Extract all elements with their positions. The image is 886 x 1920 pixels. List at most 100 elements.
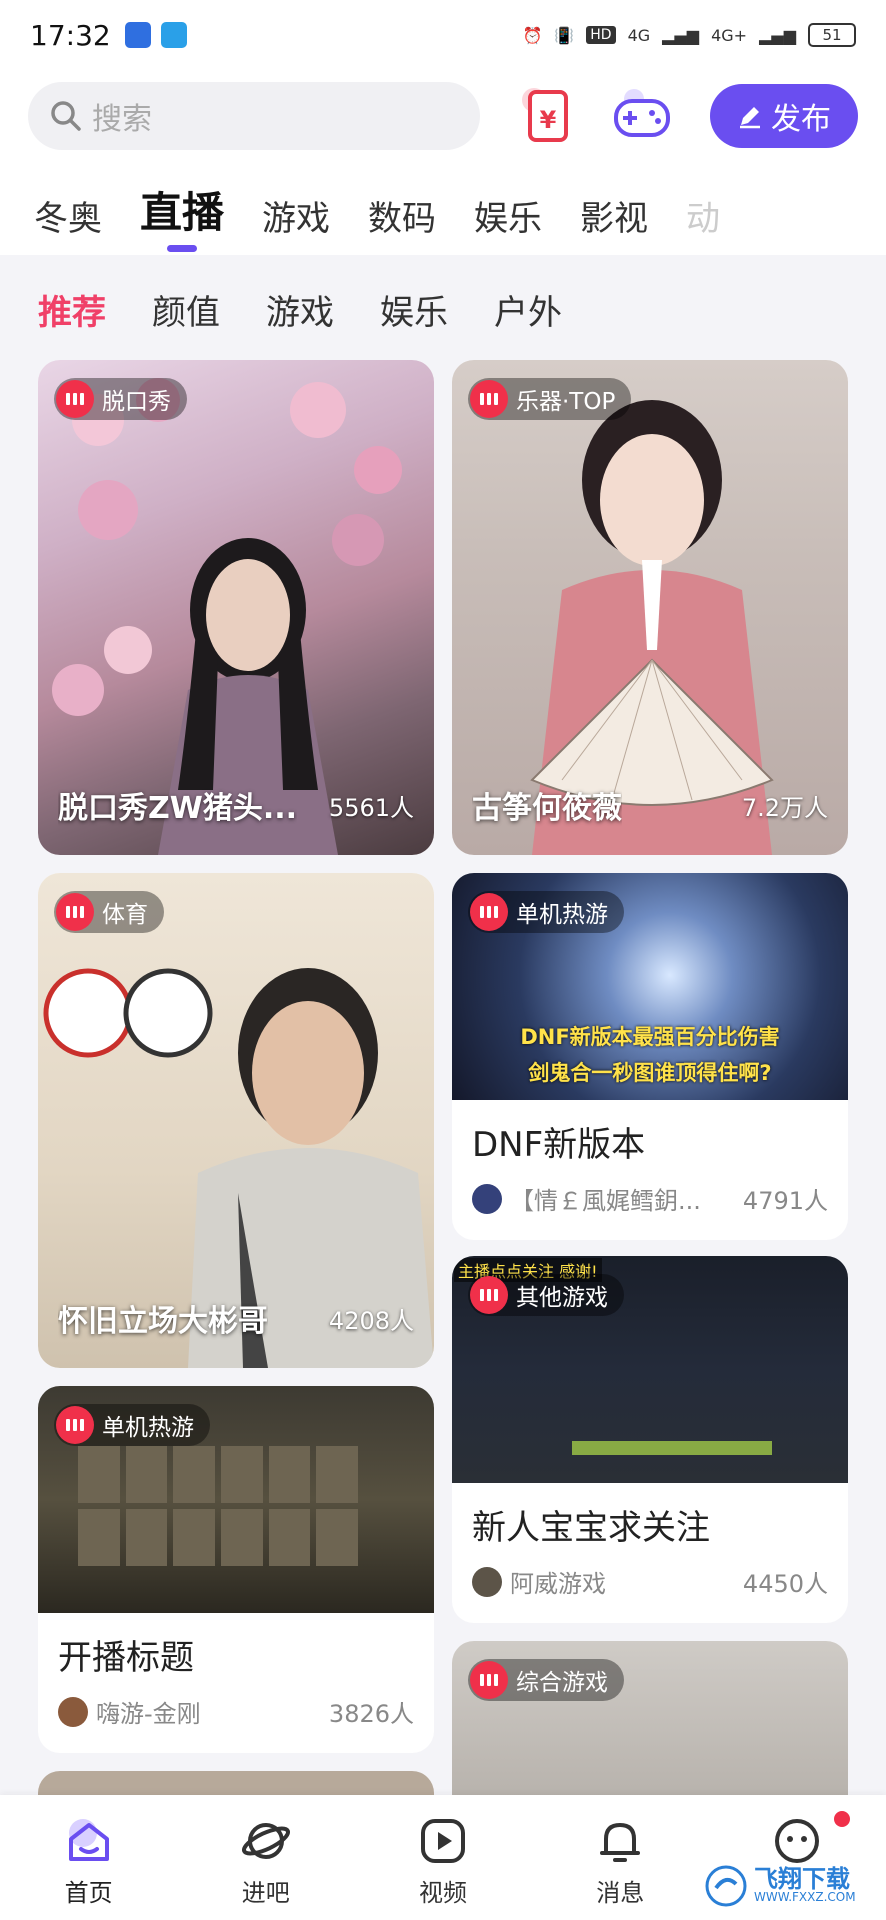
tab-games[interactable]: 游戏 (262, 191, 330, 252)
live-card[interactable]: 乐器·TOP 古筝何筱薇 7.2万人 (452, 360, 848, 855)
sub-tabs: 推荐 颜值 游戏 娱乐 户外 (38, 285, 562, 334)
live-indicator-icon (470, 1276, 508, 1314)
network-label: 4G+ (711, 25, 748, 45)
header: 搜索 ¥ 发布 冬奥 直播 游戏 数码 娱乐 影视 动 (0, 70, 886, 255)
battery-icon: 51 (808, 23, 856, 47)
streamer-name: 嗨游-金刚 (96, 1700, 201, 1728)
network-label: 4G (627, 25, 651, 45)
category-tag: 单机热游 (54, 1404, 210, 1446)
app-notification-icon (160, 22, 187, 48)
tab-entertainment[interactable]: 娱乐 (474, 191, 542, 252)
live-indicator-icon (56, 893, 94, 931)
thumbnail-caption: 剑鬼合一秒图谁顶得住啊? (528, 1061, 772, 1085)
card-title: 怀旧立场大彬哥 (58, 1304, 268, 1339)
svg-text:¥: ¥ (540, 106, 557, 134)
category-tag: 单机热游 (468, 891, 624, 933)
search-placeholder: 搜索 (92, 102, 152, 137)
live-card[interactable]: 主播点点关注 感谢! 其他游戏 新人宝宝求关注 阿威游戏 4450人 (452, 1256, 848, 1623)
category-tag: 脱口秀 (54, 378, 187, 420)
live-card[interactable]: 综合游戏 (452, 1641, 848, 1795)
video-icon (421, 1819, 465, 1863)
red-packet-icon[interactable]: ¥ (512, 80, 584, 152)
category-tag: 体育 (54, 891, 164, 933)
home-icon (68, 1819, 109, 1861)
tab-winter-olympics[interactable]: 冬奥 (34, 191, 102, 252)
card-meta: 【情￡風娓鳕鈅... 4791人 (472, 1181, 828, 1216)
nav-label: 首页 (64, 1879, 113, 1907)
card-meta: 阿威游戏 4450人 (472, 1564, 828, 1599)
card-title: 新人宝宝求关注 (472, 1508, 710, 1548)
subtab-outdoor[interactable]: 户外 (494, 285, 562, 334)
watermark-logo-icon (705, 1865, 747, 1907)
nav-label: 视频 (419, 1879, 467, 1907)
nav-label: 进吧 (241, 1879, 290, 1907)
viewer-count: 7.2万人 (741, 794, 828, 822)
avatar (58, 1696, 88, 1727)
avatar (472, 1183, 502, 1214)
viewer-count: 5561人 (328, 794, 414, 822)
signal-icon: ▂▄▆ (662, 25, 700, 45)
live-card[interactable] (38, 1771, 434, 1795)
tab-film[interactable]: 影视 (580, 191, 648, 252)
bell-icon (600, 1823, 641, 1862)
publish-label: 发布 (771, 102, 831, 137)
subtab-games[interactable]: 游戏 (266, 285, 334, 334)
notification-dot (834, 1811, 851, 1827)
streamer-name: 阿威游戏 (510, 1570, 606, 1598)
publish-button[interactable]: 发布 (710, 84, 858, 148)
live-card[interactable]: DNF新版本最强百分比伤害 剑鬼合一秒图谁顶得住啊? 单机热游 DNF新版本 【… (452, 873, 848, 1240)
live-indicator-icon (56, 1406, 94, 1444)
app-notification-icon (124, 22, 151, 48)
thumbnail-caption: DNF新版本最强百分比伤害 (520, 1025, 780, 1049)
subtab-entertainment[interactable]: 娱乐 (380, 285, 448, 334)
vibrate-icon: 📳 (554, 25, 575, 45)
card-title: 开播标题 (58, 1638, 194, 1678)
alarm-icon: ⏰ (522, 25, 543, 45)
live-indicator-icon (470, 380, 508, 418)
nav-community[interactable]: 进吧 (177, 1795, 354, 1920)
status-time: 17:32 (30, 18, 111, 52)
nav-home[interactable]: 首页 (0, 1795, 177, 1920)
category-tag: 综合游戏 (468, 1659, 624, 1701)
stream-thumbnail (38, 873, 434, 1368)
search-icon (51, 101, 81, 131)
nav-messages[interactable]: 消息 (532, 1795, 709, 1920)
tab-live[interactable]: 直播 (140, 182, 224, 252)
card-meta: 嗨游-金刚 3826人 (58, 1694, 414, 1729)
avatar (472, 1566, 502, 1597)
category-tabs: 冬奥 直播 游戏 数码 娱乐 影视 动 (0, 182, 886, 252)
nav-video[interactable]: 视频 (354, 1795, 531, 1920)
viewer-count: 4791人 (742, 1187, 828, 1215)
live-indicator-icon (56, 380, 94, 418)
subtab-looks[interactable]: 颜值 (152, 285, 220, 334)
card-title: DNF新版本 (472, 1125, 646, 1165)
live-card[interactable]: 脱口秀 脱口秀ZW猪头... 5561人 (38, 360, 434, 855)
planet-icon (241, 1823, 290, 1859)
tab-anime[interactable]: 动 (686, 191, 720, 252)
viewer-count: 4450人 (742, 1570, 828, 1598)
tab-digital[interactable]: 数码 (368, 191, 436, 252)
streamer-name: 【情￡風娓鳕鈅... (510, 1187, 701, 1215)
nav-label: 消息 (596, 1879, 645, 1907)
live-card[interactable]: 体育 怀旧立场大彬哥 4208人 (38, 873, 434, 1368)
watermark: 飞翔下载 WWW.FXXZ.COM (704, 1858, 874, 1914)
search-input[interactable]: 搜索 (28, 82, 480, 150)
stream-thumbnail (38, 1771, 434, 1795)
live-indicator-icon (470, 1661, 508, 1699)
stream-thumbnail (452, 360, 848, 855)
card-title: 古筝何筱薇 (472, 791, 622, 826)
hd-badge: HD (586, 26, 616, 44)
viewer-count: 3826人 (328, 1700, 414, 1728)
watermark-url: WWW.FXXZ.COM (754, 1890, 856, 1904)
viewer-count: 4208人 (328, 1307, 414, 1335)
game-controller-icon[interactable] (606, 80, 678, 152)
watermark-text: 飞翔下载 (754, 1865, 850, 1893)
signal-icon: ▂▄▆ (759, 25, 796, 45)
live-card[interactable]: 单机热游 开播标题 嗨游-金刚 3826人 (38, 1386, 434, 1753)
stream-thumbnail (38, 360, 434, 855)
live-indicator-icon (470, 893, 508, 931)
category-tag: 乐器·TOP (468, 378, 632, 420)
subtab-recommended[interactable]: 推荐 (38, 285, 106, 334)
status-bar: 17:32 ⏰ 📳 HD 4G ▂▄▆ 4G+ ▂▄▆ 51 (0, 0, 886, 70)
category-tag: 其他游戏 (468, 1274, 624, 1316)
